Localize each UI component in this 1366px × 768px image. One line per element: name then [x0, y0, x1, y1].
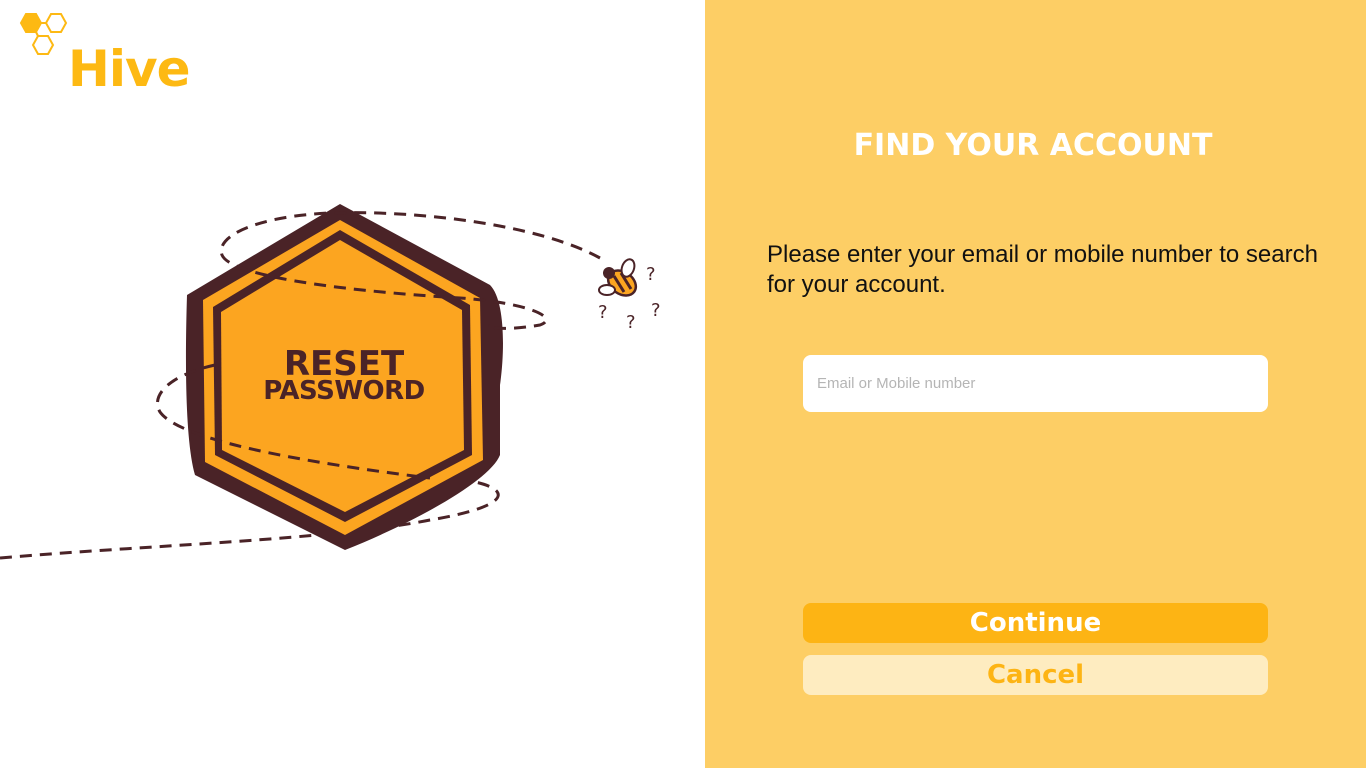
- svg-text:?: ?: [651, 300, 661, 321]
- illustration-title-line2: PASSWORD: [263, 376, 425, 406]
- find-account-form-panel: FIND YOUR ACCOUNT Please enter your emai…: [705, 0, 1366, 768]
- bee-icon: ? ? ? ?: [598, 258, 661, 333]
- reset-password-page: Hive ? ? ? ? RESET PASSWORD FIND YOUR AC…: [0, 0, 1366, 768]
- email-or-mobile-input[interactable]: [803, 355, 1268, 412]
- cancel-button[interactable]: Cancel: [803, 655, 1268, 695]
- svg-text:?: ?: [598, 302, 608, 323]
- form-title: FIND YOUR ACCOUNT: [853, 128, 1213, 163]
- brand-name: Hive: [68, 40, 190, 98]
- svg-text:?: ?: [646, 264, 656, 285]
- hive-logo[interactable]: Hive: [12, 10, 212, 100]
- form-instructions: Please enter your email or mobile number…: [767, 241, 1318, 298]
- continue-button[interactable]: Continue: [803, 603, 1268, 643]
- svg-text:?: ?: [626, 312, 636, 333]
- illustration-panel: Hive ? ? ? ? RESET PASSWORD: [0, 0, 705, 768]
